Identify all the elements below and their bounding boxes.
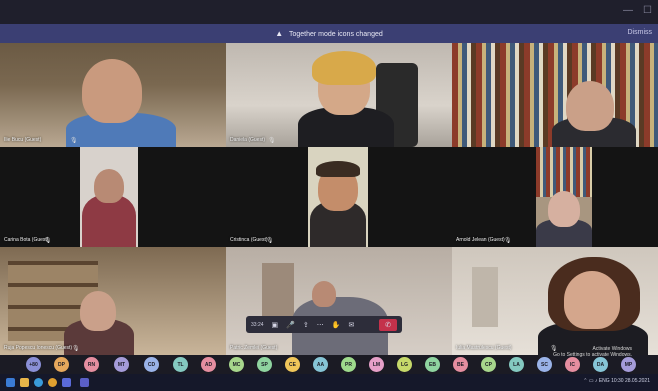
avatar[interactable]: LG: [397, 357, 412, 372]
banner-message: Together mode icons changed: [288, 31, 383, 38]
video-tile[interactable]: Carina Bota (Guest) 🎙: [0, 147, 226, 247]
camera-frame: [536, 147, 592, 247]
video-tile[interactable]: Arnold Jelean (Guest) 🎙: [452, 147, 658, 247]
participant-name: Patric Zemlei (Guest): [230, 345, 278, 351]
window: [472, 267, 498, 327]
avatar[interactable]: RN: [84, 357, 99, 372]
participant-name: Arnold Jelean (Guest): [456, 237, 505, 243]
participant-face: [566, 81, 614, 131]
participant-face: [82, 59, 142, 123]
avatar[interactable]: CP: [481, 357, 496, 372]
video-tile[interactable]: Ilie Bucu (Guest) 🎙: [0, 43, 226, 147]
call-timer: 33:24: [251, 321, 264, 328]
avatar[interactable]: TL: [173, 357, 188, 372]
participant-name: Daniela (Guest): [230, 137, 266, 143]
phone-icon: ✆: [385, 321, 391, 329]
activate-windows-watermark: Activate Windows Go to Settings to activ…: [553, 346, 632, 358]
participant-face: [80, 291, 116, 331]
system-tray[interactable]: ⌃ ▭ ♪ ENG 10:30 28.05.2021: [583, 378, 650, 384]
video-tile[interactable]: Iulia Mastrulescu (Guest) 🎙: [452, 247, 658, 355]
taskbar: ⌃ ▭ ♪ ENG 10:30 28.05.2021: [0, 374, 658, 391]
avatar[interactable]: IC: [565, 357, 580, 372]
photos-icon[interactable]: [62, 378, 71, 387]
avatar[interactable]: +80: [26, 357, 41, 372]
avatar[interactable]: SC: [537, 357, 552, 372]
video-tile[interactable]: Cristinca (Guest) 🎙: [226, 147, 452, 247]
teams-icon[interactable]: [80, 378, 89, 387]
participant-name: Iulia Mastrulescu (Guest): [456, 345, 512, 351]
more-options-icon[interactable]: ⋯: [317, 321, 324, 329]
avatar[interactable]: LA: [509, 357, 524, 372]
avatar[interactable]: MC: [229, 357, 244, 372]
camera-frame: [308, 147, 368, 247]
browser-icon[interactable]: [34, 378, 43, 387]
video-tile[interactable]: [452, 43, 658, 147]
participant-face: [312, 281, 336, 307]
participant-name: Ruja Popescu Ionescu (Guest): [4, 345, 73, 351]
avatar[interactable]: MP: [621, 357, 636, 372]
video-tile[interactable]: Ruja Popescu Ionescu (Guest) 🎙: [0, 247, 226, 355]
avatar[interactable]: PR: [341, 357, 356, 372]
avatar[interactable]: SP: [257, 357, 272, 372]
tray-time: 10:30: [611, 378, 624, 384]
notification-banner: ▲ Together mode icons changed Dismiss: [0, 24, 658, 43]
warning-icon: ▲: [275, 29, 284, 38]
tray-language: ENG: [598, 378, 610, 384]
file-explorer-icon[interactable]: [20, 378, 29, 387]
avatar[interactable]: DP: [54, 357, 69, 372]
avatar[interactable]: EB: [425, 357, 440, 372]
participant-strip: +80 DP RN MT CD TL AD MC SP CE AA PR LM …: [0, 346, 658, 374]
dismiss-button[interactable]: Dismiss: [628, 29, 653, 36]
video-grid: Ilie Bucu (Guest) 🎙 Daniela (Guest) 🎙 Ca…: [0, 43, 658, 355]
watermark-subtitle: Go to Settings to activate Windows.: [553, 352, 632, 358]
mic-off-icon: 🎙: [44, 238, 52, 244]
camera-frame: [80, 147, 138, 247]
network-icon: ⌃ ▭ ♪: [583, 378, 598, 384]
title-bar: — ☐: [0, 0, 658, 24]
participant-face: [564, 271, 620, 329]
video-tile[interactable]: Patric Zemlei (Guest): [226, 247, 452, 355]
mic-off-icon: 🎙: [268, 138, 276, 144]
camera-icon[interactable]: ▣: [272, 321, 279, 329]
avatar[interactable]: MT: [114, 357, 129, 372]
tray-date: 28.05.2021: [624, 378, 650, 384]
microphone-icon[interactable]: 🎤: [286, 321, 295, 329]
share-screen-icon[interactable]: ⇪: [303, 321, 309, 329]
raise-hand-icon[interactable]: ✋: [332, 321, 341, 329]
start-icon[interactable]: [6, 378, 15, 387]
participant-name: Cristinca (Guest): [230, 237, 268, 243]
mic-off-icon: 🎙: [70, 138, 78, 144]
call-controls: 33:24 ▣ 🎤 ⇪ ⋯ ✋ ✉ ✆: [246, 316, 402, 333]
hang-up-button[interactable]: ✆: [379, 318, 397, 331]
chrome-icon[interactable]: [48, 378, 57, 387]
mic-off-icon: 🎙: [266, 238, 274, 244]
avatar[interactable]: CE: [285, 357, 300, 372]
participant-name: Ilie Bucu (Guest): [4, 137, 42, 143]
avatar[interactable]: CD: [144, 357, 159, 372]
mic-off-icon: 🎙: [72, 346, 80, 352]
avatar[interactable]: LM: [369, 357, 384, 372]
participant-hair: [312, 51, 376, 85]
chat-icon[interactable]: ✉: [348, 321, 354, 329]
maximize-icon[interactable]: ☐: [643, 5, 652, 16]
avatar[interactable]: AD: [201, 357, 216, 372]
avatar[interactable]: AA: [313, 357, 328, 372]
participant-name: Carina Bota (Guest): [4, 237, 49, 243]
minimize-icon[interactable]: —: [623, 5, 633, 16]
window-controls: — ☐: [623, 5, 652, 16]
avatar[interactable]: DA: [593, 357, 608, 372]
video-tile[interactable]: Daniela (Guest) 🎙: [226, 43, 452, 147]
mic-off-icon: 🎙: [504, 238, 512, 244]
avatar[interactable]: BE: [453, 357, 468, 372]
